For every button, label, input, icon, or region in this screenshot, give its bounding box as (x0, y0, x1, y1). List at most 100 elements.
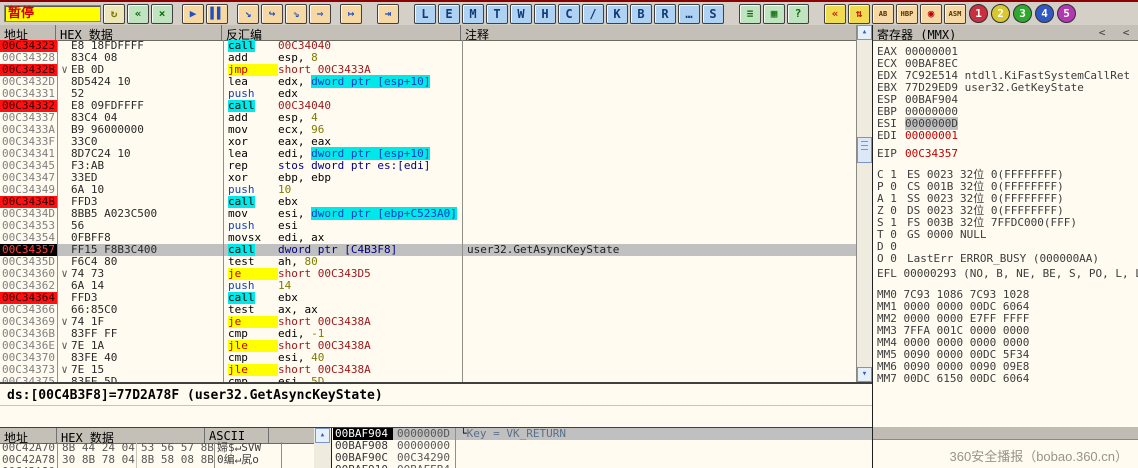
patches-window-button[interactable]: / (582, 3, 604, 24)
jump-arrow (58, 160, 71, 172)
stack-pane[interactable]: 00BAF904 0000000D └Key = VK_RETURN 00BAF908… (333, 428, 872, 468)
flag-row[interactable]: T 0 GS 0000 NULL (877, 229, 1138, 241)
log-icon[interactable]: ≡ (739, 3, 761, 24)
step-into-icon[interactable]: ↘ (237, 3, 259, 24)
cpu-window-button[interactable]: C (558, 3, 580, 24)
stack-value: 00BAFEB4 (393, 464, 456, 468)
breakpoint-4-icon[interactable]: 4 (1035, 4, 1054, 23)
modules-window-button[interactable]: E (438, 3, 460, 24)
open-file-icon[interactable]: ↻ (103, 3, 125, 24)
threads-window-button[interactable]: T (486, 3, 508, 24)
disasm-row[interactable]: 00C34347 33ED xor ebp, ebp (0, 172, 856, 184)
instruction-text: call dword ptr [C4B3F8] (224, 244, 463, 256)
column-header-address: 地址 (0, 25, 56, 40)
handles-window-button[interactable]: H (534, 3, 556, 24)
segment-info: GS 0000 NULL (907, 228, 987, 241)
disasm-row[interactable]: 00C34366 66:85C0 test ax, ax (0, 304, 856, 316)
pause-icon[interactable]: ▌▌ (206, 3, 228, 24)
target-icon[interactable]: ◉ (920, 3, 942, 24)
callstack-window-button[interactable]: K (606, 3, 628, 24)
hbp-icon[interactable]: HBP (896, 3, 918, 24)
references-window-button[interactable]: R (654, 3, 676, 24)
disasm-row[interactable]: 00C34362 6A 14 push 14 (0, 280, 856, 292)
operands: esi, dword ptr [ebp+C523A0] (278, 207, 457, 220)
breakpoint-2-icon[interactable]: 2 (991, 4, 1010, 23)
scrollbar-thumb[interactable] (857, 137, 872, 163)
disasm-row[interactable]: 00C34332 E8 09FDFFFF call 00C34040 (0, 100, 856, 112)
windows-window-button[interactable]: W (510, 3, 532, 24)
disassembly-scrollbar[interactable]: ▴ ▾ (856, 25, 872, 382)
disasm-row[interactable]: 00C34357 FF15 F8B3C400 call dword ptr [C4B3… (0, 244, 856, 256)
animate-over-icon[interactable]: ⇒ (309, 3, 331, 24)
disasm-row[interactable]: 00C3434D 8BB5 A023C500 mov esi, dword ptr [… (0, 207, 856, 220)
instruction-comment (463, 316, 856, 328)
instruction-bytes: 83FE 5D (71, 376, 224, 382)
disasm-row[interactable]: 00C34323 E8 18FDFFFF call 00C34040 (0, 40, 856, 52)
disasm-row[interactable]: 00C3433A B9 96000000 mov ecx, 96 (0, 124, 856, 136)
disasm-row[interactable]: 00C3436B 83FF FF cmp edi, -1 (0, 328, 856, 340)
asm-icon[interactable]: ASM (944, 3, 966, 24)
appearance-icon[interactable]: ▦ (763, 3, 785, 24)
restart-icon[interactable]: « (127, 3, 149, 24)
collapse-left-icon[interactable]: < (1094, 26, 1110, 39)
breakpoints-window-button[interactable]: B (630, 3, 652, 24)
help-icon[interactable]: ? (787, 3, 809, 24)
segment-info: LastErr ERROR_BUSY (000000AA) (907, 252, 1100, 265)
stack-row[interactable]: 00BAF91000BAFEB4 (333, 464, 872, 468)
log-window-button[interactable]: L (414, 3, 436, 24)
disasm-row[interactable]: 00C34375 83FE 5D cmp esi, 5D (0, 375, 856, 383)
trace-back-icon[interactable]: « (824, 3, 846, 24)
collapse-right-icon[interactable]: < (1118, 26, 1134, 39)
stack-comment (456, 464, 872, 468)
disasm-row[interactable]: 00C34370 83FE 40 cmp esi, 40 (0, 352, 856, 364)
register-row[interactable]: EDI 00000001 (877, 130, 1138, 142)
disasm-row[interactable]: 00C3435D F6C4 80 test ah, 80 (0, 256, 856, 268)
disasm-row[interactable]: 00C34360 ∨ 74 73 je short 00C343D5 (0, 268, 856, 280)
mmx-row[interactable]: MM7 00DC 6150 00DC 6064 (877, 373, 1138, 385)
operands: edx, dword ptr [esp+10] (278, 75, 431, 88)
disasm-row[interactable]: 00C34345 F3:AB rep stos dword ptr es:[edi] (0, 160, 856, 172)
registers-pane[interactable]: 寄存器 (MMX) < < EAX 00000001 ECX 00BAF8EC EDX 7… (872, 25, 1138, 426)
disasm-row[interactable]: 00C34349 6A 10 push 10 (0, 184, 856, 196)
flag-row[interactable]: O 0 LastErr ERROR_BUSY (000000AA) (877, 253, 1138, 265)
disasm-row[interactable]: 00C3432D 8D5424 10 lea edx, dword ptr [esp+… (0, 75, 856, 88)
source-window-button[interactable]: S (702, 3, 724, 24)
instruction-comment (463, 136, 856, 148)
exec-till-return-icon[interactable]: ↦ (340, 3, 362, 24)
stack-comment (456, 452, 872, 464)
breakpoint-1-icon[interactable]: 1 (969, 4, 988, 23)
step-over-icon[interactable]: ↪ (261, 3, 283, 24)
instruction-text: cmp esi, 5D (224, 375, 463, 383)
animate-into-icon[interactable]: ⇘ (285, 3, 307, 24)
dump-scroll-up-icon[interactable]: ▴ (315, 428, 330, 443)
instruction-comment (463, 340, 856, 352)
operand: esi, (278, 375, 312, 383)
memory-window-button[interactable]: M (462, 3, 484, 24)
goto-icon[interactable]: ⇥ (377, 3, 399, 24)
close-icon[interactable]: × (151, 3, 173, 24)
run-icon[interactable]: ▶ (182, 3, 204, 24)
register-row-eip[interactable]: EIP 00C34357 (877, 148, 1138, 160)
patch-ab-icon[interactable]: AB (872, 3, 894, 24)
scroll-up-icon[interactable]: ▴ (857, 25, 872, 40)
trace-forward-icon[interactable]: ⇅ (848, 3, 870, 24)
instruction-comment (463, 280, 856, 292)
disasm-row[interactable]: 00C3436E ∨ 7E 1A jle short 00C3438A (0, 340, 856, 352)
breakpoint-3-icon[interactable]: 3 (1013, 4, 1032, 23)
disasm-row[interactable]: 00C34328 83C4 08 add esp, 8 (0, 52, 856, 64)
info-pane[interactable]: ds:[00C4B3F8]=77D2A78F (user32.GetAsyncK… (0, 383, 872, 427)
breakpoint-5-icon[interactable]: 5 (1057, 4, 1076, 23)
runtrace-window-button[interactable]: … (678, 3, 700, 24)
efl-row[interactable]: EFL 00000293 (NO, B, NE, BE, S, PO, L, L… (877, 268, 1138, 280)
jump-arrow (58, 124, 71, 136)
disasm-row[interactable]: 00C34369 ∨ 74 1F je short 00C3438A (0, 316, 856, 328)
dump-rows[interactable]: 00C42A70 8B 44 24 04 53 56 57 8B 婦$↵SVW 00C4… (0, 442, 314, 468)
disasm-row[interactable]: 00C34373 ∨ 7E 15 jle short 00C3438A (0, 364, 856, 376)
jump-arrow (58, 292, 71, 304)
dump-scrollbar[interactable]: ▴ (314, 428, 332, 468)
disasm-row[interactable]: 00C34364 FFD3 call ebx (0, 292, 856, 304)
disassembly-pane[interactable]: 地址 HEX 数据 反汇编 注释 00C34323 E8 18FDFFFF call… (0, 25, 872, 383)
instruction-bytes: 8BB5 A023C500 (71, 208, 224, 220)
disasm-row[interactable]: 00C34353 56 push esi (0, 220, 856, 232)
scroll-down-icon[interactable]: ▾ (857, 367, 872, 382)
